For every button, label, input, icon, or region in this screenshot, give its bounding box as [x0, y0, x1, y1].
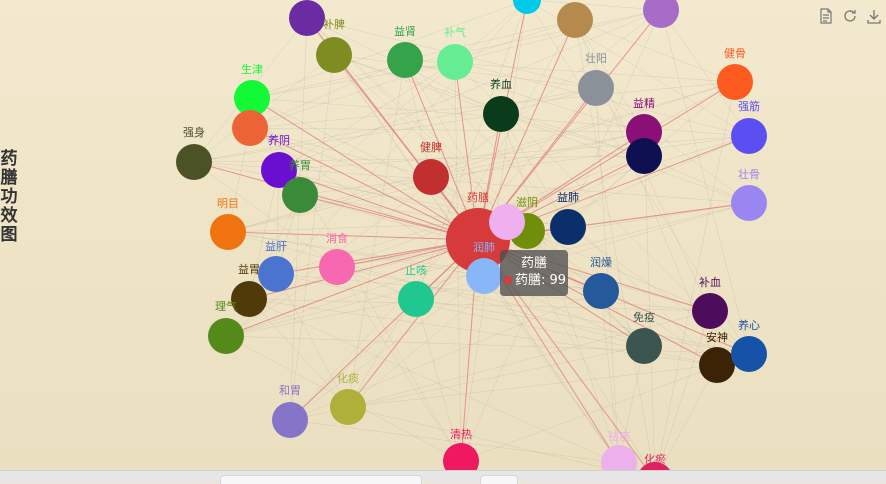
node-label: 免疫 — [633, 310, 655, 324]
restore-icon[interactable] — [842, 8, 858, 24]
background-edge — [225, 335, 750, 355]
graph-node[interactable] — [578, 70, 614, 106]
graph-node[interactable] — [583, 273, 619, 309]
tooltip-title: 药膳 — [520, 256, 547, 271]
background-edge — [347, 364, 718, 408]
graph-node[interactable] — [210, 214, 246, 250]
page-title: 药膳功效图 — [0, 149, 18, 245]
bottom-bar — [0, 470, 886, 484]
background-edge — [430, 131, 645, 178]
node-label: 益肾 — [394, 24, 416, 38]
node-label: 消食 — [326, 231, 348, 245]
graph-canvas[interactable]: 药膳 补脾益肾 补气壮阳 健骨生津养血益精 强筋强身养阴健脾养胃壮骨明目 滋阴 益肺益肝 消食… — [0, 0, 886, 482]
graph-node[interactable] — [232, 110, 268, 146]
node-label: 化瘀 — [644, 452, 666, 466]
tooltip: 药膳 药膳: 99 — [500, 250, 568, 296]
node-label: 强身 — [183, 125, 205, 139]
graph-node[interactable] — [330, 389, 366, 425]
node-label: 生津 — [241, 62, 263, 76]
background-edge — [249, 127, 645, 133]
node-label: 药膳 — [467, 190, 489, 204]
graph-node[interactable] — [731, 185, 767, 221]
tooltip-sep: : — [541, 273, 550, 288]
node-label: 健脾 — [420, 140, 442, 154]
node-label: 健骨 — [724, 47, 746, 60]
graph-node[interactable] — [489, 204, 525, 240]
node-label: 祛痰 — [608, 429, 630, 443]
bottom-tab — [220, 475, 422, 484]
node-label: 壮骨 — [738, 168, 760, 181]
node-label: 止咳 — [405, 263, 427, 277]
background-edge — [227, 176, 432, 233]
background-edge — [193, 155, 645, 163]
graph-node[interactable] — [731, 118, 767, 154]
graph-node[interactable] — [466, 258, 502, 294]
background-edge — [404, 19, 576, 61]
graph-node[interactable] — [387, 42, 423, 78]
node-label: 养心 — [738, 318, 760, 332]
node-label: 补脾 — [323, 17, 345, 31]
node-label: 强筋 — [738, 99, 760, 113]
download-icon[interactable] — [866, 8, 882, 24]
node-label: 安神 — [706, 330, 728, 344]
graph-node[interactable] — [692, 293, 728, 329]
node-label: 润肺 — [473, 240, 495, 254]
background-edge — [289, 275, 485, 421]
graph-node[interactable] — [398, 281, 434, 317]
node-label: 滋阴 — [516, 196, 538, 209]
node-label: 益肺 — [557, 190, 579, 204]
graph-node[interactable] — [513, 0, 541, 14]
node-label: 明目 — [217, 197, 239, 210]
graph-node[interactable] — [643, 0, 679, 28]
toolbox — [818, 8, 882, 24]
graph-node[interactable] — [717, 64, 753, 100]
node-label: 益精 — [633, 96, 655, 110]
node-label: 理气 — [215, 299, 237, 313]
graph-node[interactable] — [557, 2, 593, 38]
graph-node[interactable] — [176, 144, 212, 180]
graph-node[interactable] — [258, 256, 294, 292]
node-label: 润燥 — [590, 255, 612, 269]
graph-node[interactable] — [437, 44, 473, 80]
tooltip-marker — [504, 276, 512, 284]
graph-node[interactable] — [316, 37, 352, 73]
graph-node[interactable] — [272, 402, 308, 438]
graph-node[interactable] — [208, 318, 244, 354]
node-label: 和胃 — [279, 384, 301, 397]
node-label: 养阴 — [268, 133, 290, 147]
graph-node[interactable] — [550, 209, 586, 245]
node-label: 补血 — [699, 275, 721, 289]
bottom-tab-small — [480, 475, 518, 484]
graph-node[interactable] — [413, 159, 449, 195]
node-label: 补气 — [444, 25, 466, 39]
node-label: 化痰 — [337, 371, 359, 385]
graph-node[interactable] — [731, 336, 767, 372]
graph-node[interactable] — [626, 138, 662, 174]
graph-node[interactable] — [319, 249, 355, 285]
tooltip-value: 99 — [549, 273, 567, 288]
tooltip-series: 药膳 — [515, 273, 542, 288]
graph-node[interactable] — [483, 96, 519, 132]
background-edge — [347, 59, 406, 408]
node-label: 壮阳 — [585, 52, 607, 65]
tooltip-row: 药膳: 99 — [504, 272, 567, 290]
node-label: 养胃 — [289, 158, 311, 172]
data-view-icon[interactable] — [818, 8, 834, 24]
graph-node[interactable] — [289, 0, 325, 36]
node-label: 清热 — [450, 428, 472, 441]
graph-node[interactable] — [626, 328, 662, 364]
node-label: 益胃 — [238, 262, 260, 276]
background-edge — [526, 0, 662, 11]
graph-node[interactable] — [699, 347, 735, 383]
node-label: 养血 — [490, 77, 512, 91]
graph-node[interactable] — [282, 177, 318, 213]
node-label: 益肝 — [265, 239, 287, 253]
